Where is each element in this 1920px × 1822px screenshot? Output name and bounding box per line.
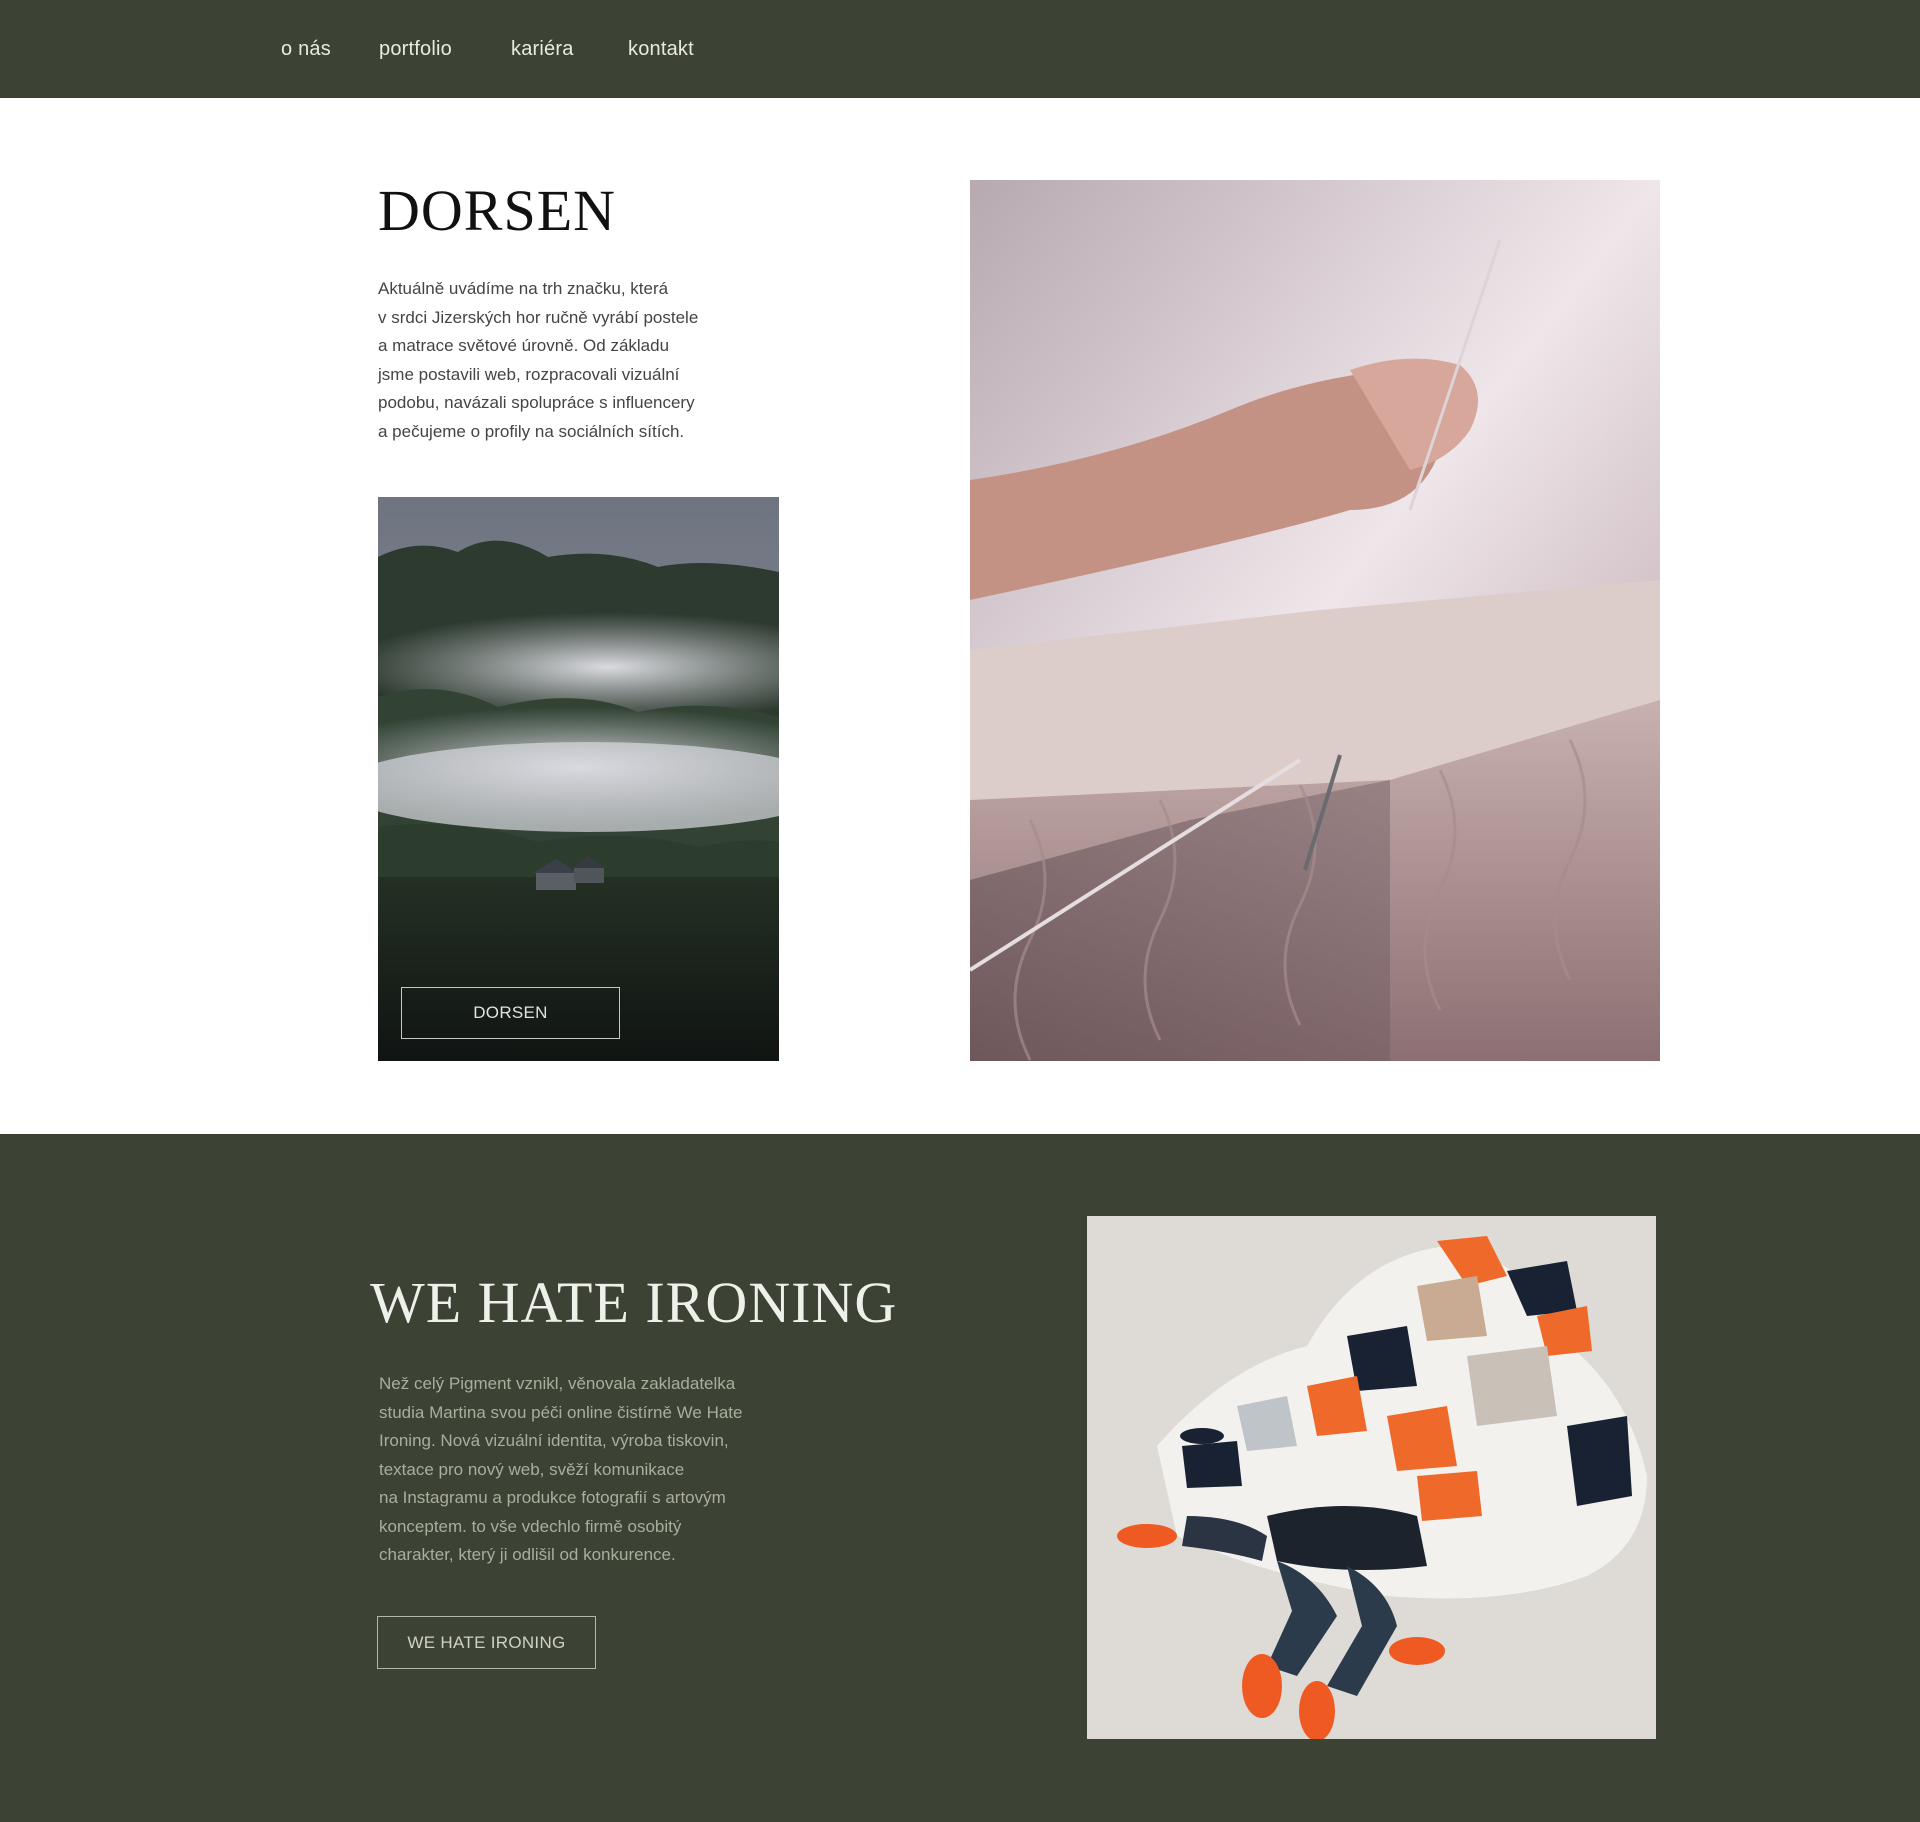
we-hate-ironing-button[interactable]: WE HATE IRONING bbox=[377, 1616, 596, 1669]
nav-item-kariera[interactable]: kariéra bbox=[511, 36, 574, 62]
laundry-pile-photo bbox=[1087, 1216, 1656, 1739]
dorsen-button[interactable]: DORSEN bbox=[401, 987, 620, 1039]
nav-item-portfolio[interactable]: portfolio bbox=[379, 36, 452, 62]
project-title-dorsen: DORSEN bbox=[378, 178, 617, 243]
project-title-we-hate-ironing: WE HATE IRONING bbox=[370, 1270, 898, 1335]
nav-item-o-nas[interactable]: o nás bbox=[281, 36, 331, 62]
nav-item-kontakt[interactable]: kontakt bbox=[628, 36, 694, 62]
mattress-sewing-photo bbox=[970, 180, 1660, 1061]
top-navigation: o nás portfolio kariéra kontakt bbox=[0, 0, 1920, 98]
project-description-dorsen: Aktuálně uvádíme na trh značku, která v … bbox=[378, 279, 699, 441]
forest-fog-photo bbox=[378, 497, 779, 1061]
project-description-we-hate-ironing: Než celý Pigment vznikl, věnovala zaklad… bbox=[379, 1374, 743, 1564]
